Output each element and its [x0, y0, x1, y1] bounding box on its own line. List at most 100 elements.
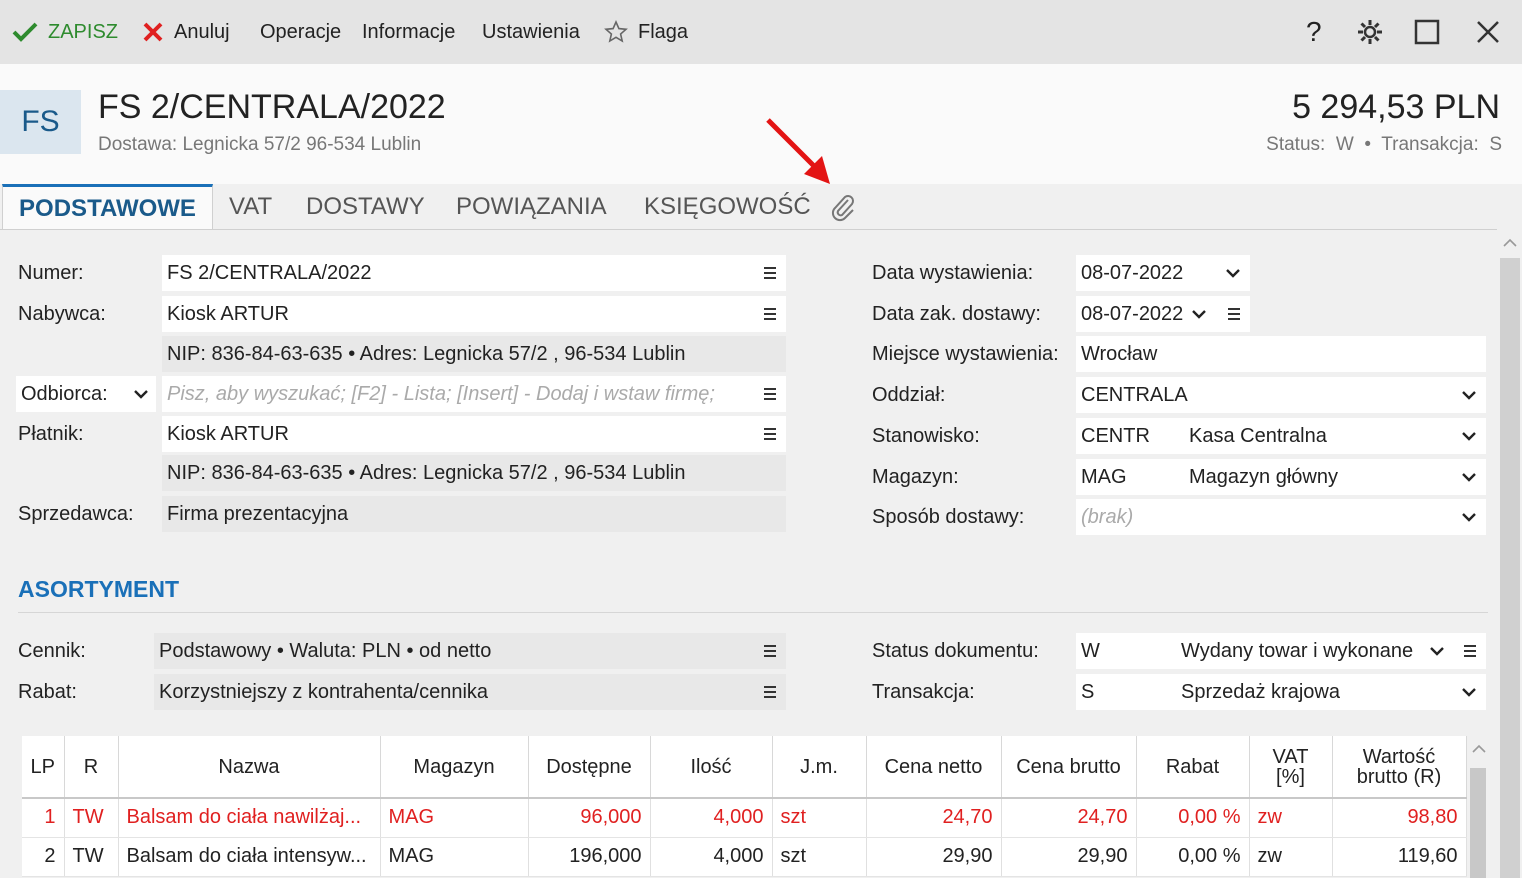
cell-cena-brutto[interactable]: 29,90: [1001, 837, 1137, 877]
sposob-dostawy-dropdown[interactable]: (brak): [1076, 499, 1486, 535]
save-button[interactable]: ZAPISZ: [12, 0, 118, 64]
settings-label: Ustawienia: [482, 20, 580, 43]
status-dokumentu-dropdown[interactable]: W Wydany towar i wykonane: [1076, 633, 1486, 669]
cell-nazwa[interactable]: Balsam do ciała nawilżaj...: [118, 798, 381, 838]
platnik-field[interactable]: Kiosk ARTUR: [162, 416, 786, 452]
menu-icon[interactable]: [762, 682, 778, 702]
magazyn-dropdown[interactable]: MAG Magazyn główny: [1076, 459, 1486, 495]
tab-podstawowe[interactable]: PODSTAWOWE: [2, 184, 213, 230]
data-dostawy-field[interactable]: 08-07-2022: [1076, 296, 1250, 332]
nabywca-value: Kiosk ARTUR: [167, 302, 289, 325]
page-scroll-up-icon[interactable]: [1503, 238, 1517, 248]
cell-jm[interactable]: szt: [772, 837, 867, 877]
cell-wartosc-brutto[interactable]: 98,80: [1332, 798, 1467, 838]
help-button[interactable]: ?: [1306, 0, 1322, 64]
settings-menu[interactable]: Ustawienia: [482, 0, 580, 64]
col-cena-netto[interactable]: Cena netto: [866, 736, 1002, 799]
cell-lp[interactable]: 1: [22, 798, 65, 838]
table-row[interactable]: 2 TW Balsam do ciała intensyw... MAG 196…: [22, 837, 1467, 877]
chevron-down-icon: [1430, 647, 1444, 656]
cell-cena-brutto[interactable]: 24,70: [1001, 798, 1137, 838]
table-row[interactable]: 1 TW Balsam do ciała nawilżaj... MAG 96,…: [22, 798, 1467, 838]
chevron-down-icon: [1462, 432, 1476, 441]
oddzial-label: Oddział:: [872, 383, 946, 406]
cell-cena-netto[interactable]: 24,70: [866, 798, 1002, 838]
operations-menu[interactable]: Operacje: [260, 0, 341, 64]
col-ilosc[interactable]: Ilość: [650, 736, 773, 799]
asortyment-heading: ASORTYMENT: [18, 576, 179, 602]
numer-value: FS 2/CENTRALA/2022: [167, 261, 372, 284]
close-button[interactable]: [1476, 0, 1510, 64]
page-scrollbar-thumb[interactable]: [1500, 258, 1520, 878]
oddzial-value: CENTRALA: [1081, 383, 1188, 406]
stanowisko-dropdown[interactable]: CENTR Kasa Centralna: [1076, 418, 1486, 454]
cell-wartosc-brutto[interactable]: 119,60: [1332, 837, 1467, 877]
tab-ksiegowosc[interactable]: KSIĘGOWOŚĆ: [644, 184, 811, 230]
menu-icon[interactable]: [762, 424, 778, 444]
menu-icon[interactable]: [762, 304, 778, 324]
cell-jm[interactable]: szt: [772, 798, 867, 838]
col-nazwa[interactable]: Nazwa: [118, 736, 381, 799]
cell-vat[interactable]: zw: [1249, 837, 1333, 877]
cell-cena-netto[interactable]: 29,90: [866, 837, 1002, 877]
odbiorca-dropdown[interactable]: Odbiorca:: [16, 376, 156, 412]
cell-magazyn[interactable]: MAG: [380, 798, 529, 838]
check-icon: [12, 22, 38, 42]
col-dostepne[interactable]: Dostępne: [528, 736, 651, 799]
cell-nazwa[interactable]: Balsam do ciała intensyw...: [118, 837, 381, 877]
flag-button[interactable]: Flaga: [604, 0, 688, 64]
menu-icon[interactable]: [762, 384, 778, 404]
tab-attachments[interactable]: [828, 184, 858, 230]
cell-dostepne[interactable]: 196,000: [528, 837, 651, 877]
menu-icon[interactable]: [1462, 641, 1478, 661]
stanowisko-name: Kasa Centralna: [1189, 424, 1327, 447]
table-scroll-up-icon[interactable]: [1472, 744, 1486, 754]
cell-rabat[interactable]: 0,00 %: [1136, 798, 1250, 838]
col-lp[interactable]: LP: [22, 736, 65, 799]
miejsce-field[interactable]: Wrocław: [1076, 336, 1486, 372]
data-dostawy-label: Data zak. dostawy:: [872, 302, 1041, 325]
maximize-button[interactable]: [1414, 0, 1450, 64]
chevron-down-icon[interactable]: [1226, 268, 1240, 278]
col-vat[interactable]: VAT [%]: [1249, 736, 1333, 799]
nabywca-field[interactable]: Kiosk ARTUR: [162, 296, 786, 332]
nabywca-info: NIP: 836-84-63-635 • Adres: Legnicka 57/…: [162, 336, 786, 372]
oddzial-dropdown[interactable]: CENTRALA: [1076, 377, 1486, 413]
cell-dostepne[interactable]: 96,000: [528, 798, 651, 838]
col-jm[interactable]: J.m.: [772, 736, 867, 799]
tab-dostawy[interactable]: DOSTAWY: [306, 184, 425, 230]
col-magazyn[interactable]: Magazyn: [380, 736, 529, 799]
menu-icon[interactable]: [1226, 304, 1242, 324]
cell-rabat[interactable]: 0,00 %: [1136, 837, 1250, 877]
tab-powiazania[interactable]: POWIĄZANIA: [456, 184, 607, 230]
col-wartosc-brutto[interactable]: Wartość brutto (R): [1332, 736, 1467, 799]
cell-ilosc[interactable]: 4,000: [650, 798, 773, 838]
rabat-field[interactable]: Korzystniejszy z kontrahenta/cennika: [154, 674, 786, 710]
cell-magazyn[interactable]: MAG: [380, 837, 529, 877]
table-scrollbar-thumb[interactable]: [1470, 768, 1486, 878]
menu-icon[interactable]: [762, 641, 778, 661]
transakcja-dropdown[interactable]: S Sprzedaż krajowa: [1076, 674, 1486, 710]
miejsce-label: Miejsce wystawienia:: [872, 342, 1059, 365]
cennik-value: Podstawowy • Waluta: PLN • od netto: [159, 639, 492, 662]
cell-r[interactable]: TW: [64, 798, 119, 838]
nabywca-label: Nabywca:: [18, 302, 106, 325]
data-wystawienia-field[interactable]: 08-07-2022: [1076, 255, 1250, 291]
cell-lp[interactable]: 2: [22, 837, 65, 877]
col-r[interactable]: R: [64, 736, 119, 799]
cell-vat[interactable]: zw: [1249, 798, 1333, 838]
menu-icon[interactable]: [762, 263, 778, 283]
information-menu[interactable]: Informacje: [362, 0, 455, 64]
col-rabat[interactable]: Rabat: [1136, 736, 1250, 799]
cell-r[interactable]: TW: [64, 837, 119, 877]
cell-ilosc[interactable]: 4,000: [650, 837, 773, 877]
gear-icon: [1358, 20, 1382, 44]
odbiorca-search-input[interactable]: Pisz, aby wyszukać; [F2] - Lista; [Inser…: [162, 376, 786, 412]
numer-field[interactable]: FS 2/CENTRALA/2022: [162, 255, 786, 291]
cancel-button[interactable]: Anuluj: [142, 0, 230, 64]
cennik-field[interactable]: Podstawowy • Waluta: PLN • od netto: [154, 633, 786, 669]
tab-vat[interactable]: VAT: [229, 184, 272, 230]
chevron-down-icon[interactable]: [1192, 309, 1206, 319]
settings-gear-button[interactable]: [1356, 0, 1394, 64]
col-cena-brutto[interactable]: Cena brutto: [1001, 736, 1137, 799]
